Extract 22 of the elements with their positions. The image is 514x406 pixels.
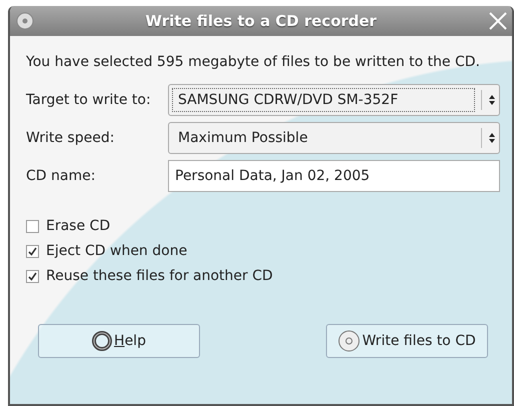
checkbox-label: Erase CD <box>46 218 110 234</box>
disc-icon <box>338 330 360 352</box>
checkbox[interactable] <box>26 270 39 282</box>
combo-box[interactable]: Maximum Possible <box>168 122 500 154</box>
field-label: Write speed: <box>26 130 116 146</box>
checkbox-label: Eject CD when done <box>46 243 188 259</box>
window-title: Write files to a CD recorder <box>144 12 378 30</box>
info-message: You have selected 595 megabyte of files to be written to the CD. <box>26 54 481 70</box>
spinner-arrows-icon <box>488 94 496 106</box>
checkbox-label: Reuse these files for another CD <box>46 268 273 284</box>
text-field[interactable]: Personal Data, Jan 02, 2005 <box>168 160 500 192</box>
checkbox[interactable] <box>26 220 39 232</box>
lifebuoy-icon <box>92 331 112 351</box>
write-button[interactable]: Write files to CD <box>326 324 488 358</box>
checkbox[interactable] <box>26 244 39 258</box>
combo-box[interactable]: SAMSUNG CDRW/DVD SM-352F <box>168 84 500 116</box>
disc-icon <box>16 12 34 30</box>
help-button[interactable]: Help <box>38 324 200 358</box>
close-icon[interactable] <box>488 11 508 31</box>
spinner-arrows-icon <box>488 132 496 144</box>
field-label: Target to write to: <box>26 92 152 108</box>
field-label: CD name: <box>26 168 96 184</box>
